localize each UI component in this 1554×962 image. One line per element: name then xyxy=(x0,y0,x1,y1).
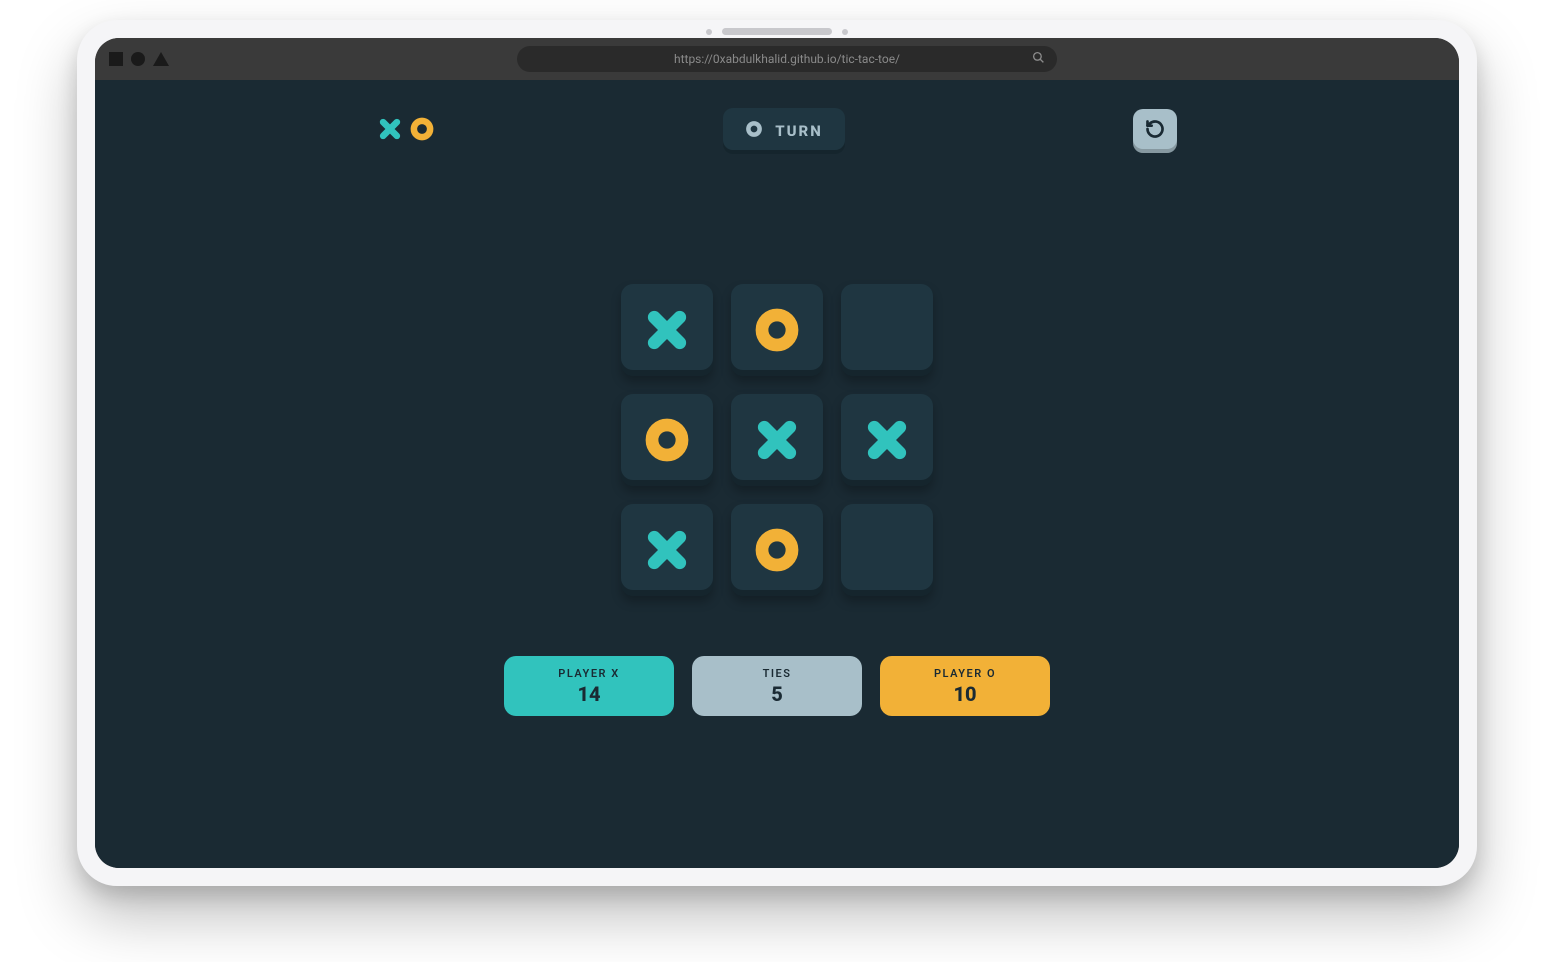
score-value-x: 14 xyxy=(577,682,600,706)
cell-0[interactable] xyxy=(621,284,713,376)
cell-3[interactable] xyxy=(621,394,713,486)
game-app: TURN PL xyxy=(95,80,1459,868)
score-card-player-o: PLAYER O 10 xyxy=(880,656,1050,716)
score-label-o: PLAYER O xyxy=(934,667,996,680)
game-board xyxy=(621,284,933,596)
cell-5[interactable] xyxy=(841,394,933,486)
url-bar[interactable]: https://0xabdulkhalid.github.io/tic-tac-… xyxy=(517,46,1057,72)
score-label-x: PLAYER X xyxy=(558,667,619,680)
restart-icon xyxy=(1145,119,1165,143)
score-label-ties: TIES xyxy=(763,667,792,680)
logo xyxy=(377,116,435,146)
score-row: PLAYER X 14 TIES 5 PLAYER O 10 xyxy=(504,656,1050,716)
turn-label: TURN xyxy=(775,122,823,140)
turn-indicator: TURN xyxy=(723,108,845,154)
browser-chrome: https://0xabdulkhalid.github.io/tic-tac-… xyxy=(95,38,1459,80)
header-row: TURN xyxy=(377,108,1177,154)
score-value-ties: 5 xyxy=(771,682,783,706)
cell-8[interactable] xyxy=(841,504,933,596)
turn-mark-icon xyxy=(745,120,763,142)
cell-7[interactable] xyxy=(731,504,823,596)
x-icon xyxy=(377,116,403,146)
device-notch xyxy=(706,28,848,35)
circle-icon xyxy=(131,52,145,66)
triangle-icon xyxy=(153,52,169,66)
search-icon xyxy=(1032,51,1045,67)
device-frame: https://0xabdulkhalid.github.io/tic-tac-… xyxy=(77,20,1477,886)
score-card-ties: TIES 5 xyxy=(692,656,862,716)
window-controls xyxy=(109,52,169,66)
restart-button[interactable] xyxy=(1133,109,1177,153)
cell-4[interactable] xyxy=(731,394,823,486)
cell-2[interactable] xyxy=(841,284,933,376)
o-icon xyxy=(409,116,435,146)
cell-1[interactable] xyxy=(731,284,823,376)
score-value-o: 10 xyxy=(953,682,976,706)
cell-6[interactable] xyxy=(621,504,713,596)
score-card-player-x: PLAYER X 14 xyxy=(504,656,674,716)
square-icon xyxy=(109,52,123,66)
url-text: https://0xabdulkhalid.github.io/tic-tac-… xyxy=(674,52,900,66)
screen: https://0xabdulkhalid.github.io/tic-tac-… xyxy=(95,38,1459,868)
